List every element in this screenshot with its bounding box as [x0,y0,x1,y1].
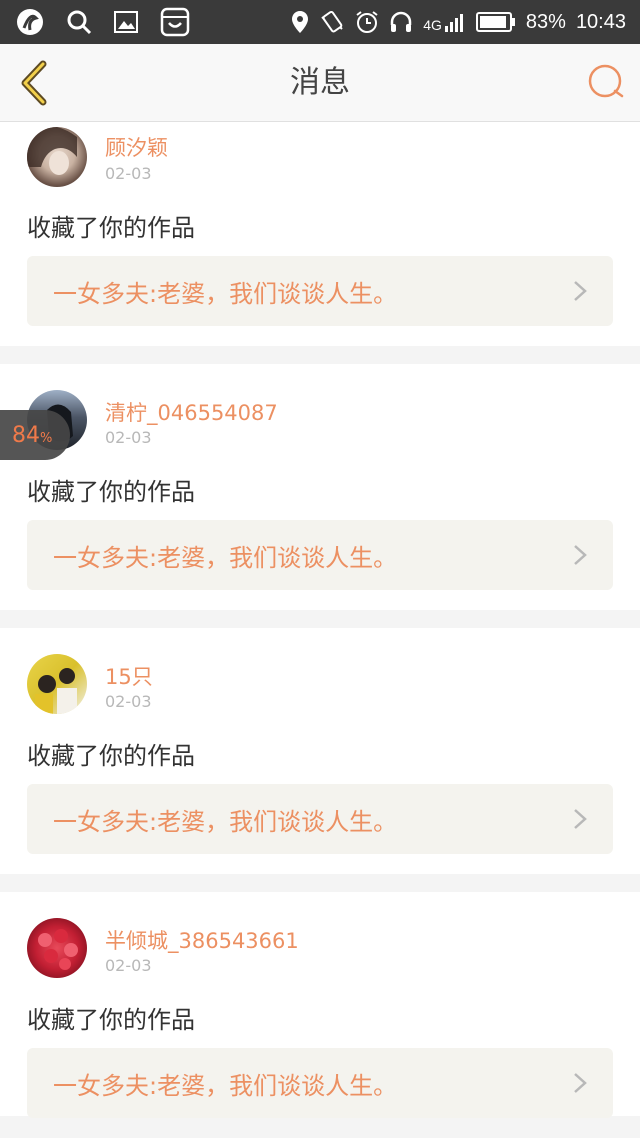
message-date: 02-03 [105,428,152,447]
chevron-right-icon [573,808,587,830]
location-icon [291,10,309,34]
work-link[interactable]: 一女多夫:老婆，我们谈谈人生。 [27,784,613,854]
avatar[interactable] [27,918,87,978]
search-icon [588,64,624,98]
work-title: 一女多夫:老婆，我们谈谈人生。 [53,543,398,572]
work-link[interactable]: 一女多夫:老婆，我们谈谈人生。 [27,520,613,590]
signal-icon [444,11,466,33]
shop-icon [160,7,190,37]
status-left [16,7,212,37]
message-date: 02-03 [105,692,152,711]
clock-time: 10:43 [575,10,626,33]
chevron-right-icon [573,544,587,566]
badge-unit: % [40,430,53,446]
work-title: 一女多夫:老婆，我们谈谈人生。 [53,1071,398,1100]
page-title: 消息 [290,65,350,100]
user-name[interactable]: 半倾城_386543661 [105,925,299,955]
user-name[interactable]: 清柠_046554087 [105,397,278,427]
network-type: 4G [423,17,442,33]
user-name[interactable]: 15只 [105,661,153,691]
list-item[interactable]: 清柠_046554087 02-03 收藏了你的作品 一女多夫:老婆，我们谈谈人… [0,364,640,610]
battery-percent: 83% [525,10,566,33]
message-text: 收藏了你的作品 [27,742,195,770]
app-logo-icon [16,8,44,36]
status-right: 4G 83% 10:43 [281,9,626,35]
alarm-icon [355,10,379,34]
badge-value: 84 [12,422,40,448]
work-title: 一女多夫:老婆，我们谈谈人生。 [53,807,398,836]
work-link[interactable]: 一女多夫:老婆，我们谈谈人生。 [27,256,613,326]
message-list[interactable]: 顾汐颖 02-03 收藏了你的作品 一女多夫:老婆，我们谈谈人生。 清柠_046… [0,122,640,1138]
message-text: 收藏了你的作品 [27,1006,195,1034]
message-date: 02-03 [105,956,152,975]
floating-memory-badge[interactable]: 84 % [0,410,70,460]
search-icon [66,9,92,35]
list-item[interactable]: 半倾城_386543661 02-03 收藏了你的作品 一女多夫:老婆，我们谈谈… [0,892,640,1118]
avatar[interactable] [27,127,87,187]
vibrate-icon [319,9,345,35]
message-text: 收藏了你的作品 [27,478,195,506]
chevron-right-icon [573,1072,587,1094]
message-text: 收藏了你的作品 [27,214,195,242]
nav-bar: 消息 [0,44,640,122]
user-name[interactable]: 顾汐颖 [105,132,168,162]
message-date: 02-03 [105,164,152,183]
work-link[interactable]: 一女多夫:老婆，我们谈谈人生。 [27,1048,613,1118]
battery-icon [475,11,516,33]
image-icon [114,11,138,33]
list-item[interactable]: 顾汐颖 02-03 收藏了你的作品 一女多夫:老婆，我们谈谈人生。 [0,122,640,346]
headset-icon [389,10,413,34]
list-item[interactable]: 15只 02-03 收藏了你的作品 一女多夫:老婆，我们谈谈人生。 [0,628,640,874]
chevron-right-icon [573,280,587,302]
status-bar: 4G 83% 10:43 [0,0,640,44]
avatar[interactable] [27,654,87,714]
search-button[interactable] [586,62,626,102]
work-title: 一女多夫:老婆，我们谈谈人生。 [53,279,398,308]
